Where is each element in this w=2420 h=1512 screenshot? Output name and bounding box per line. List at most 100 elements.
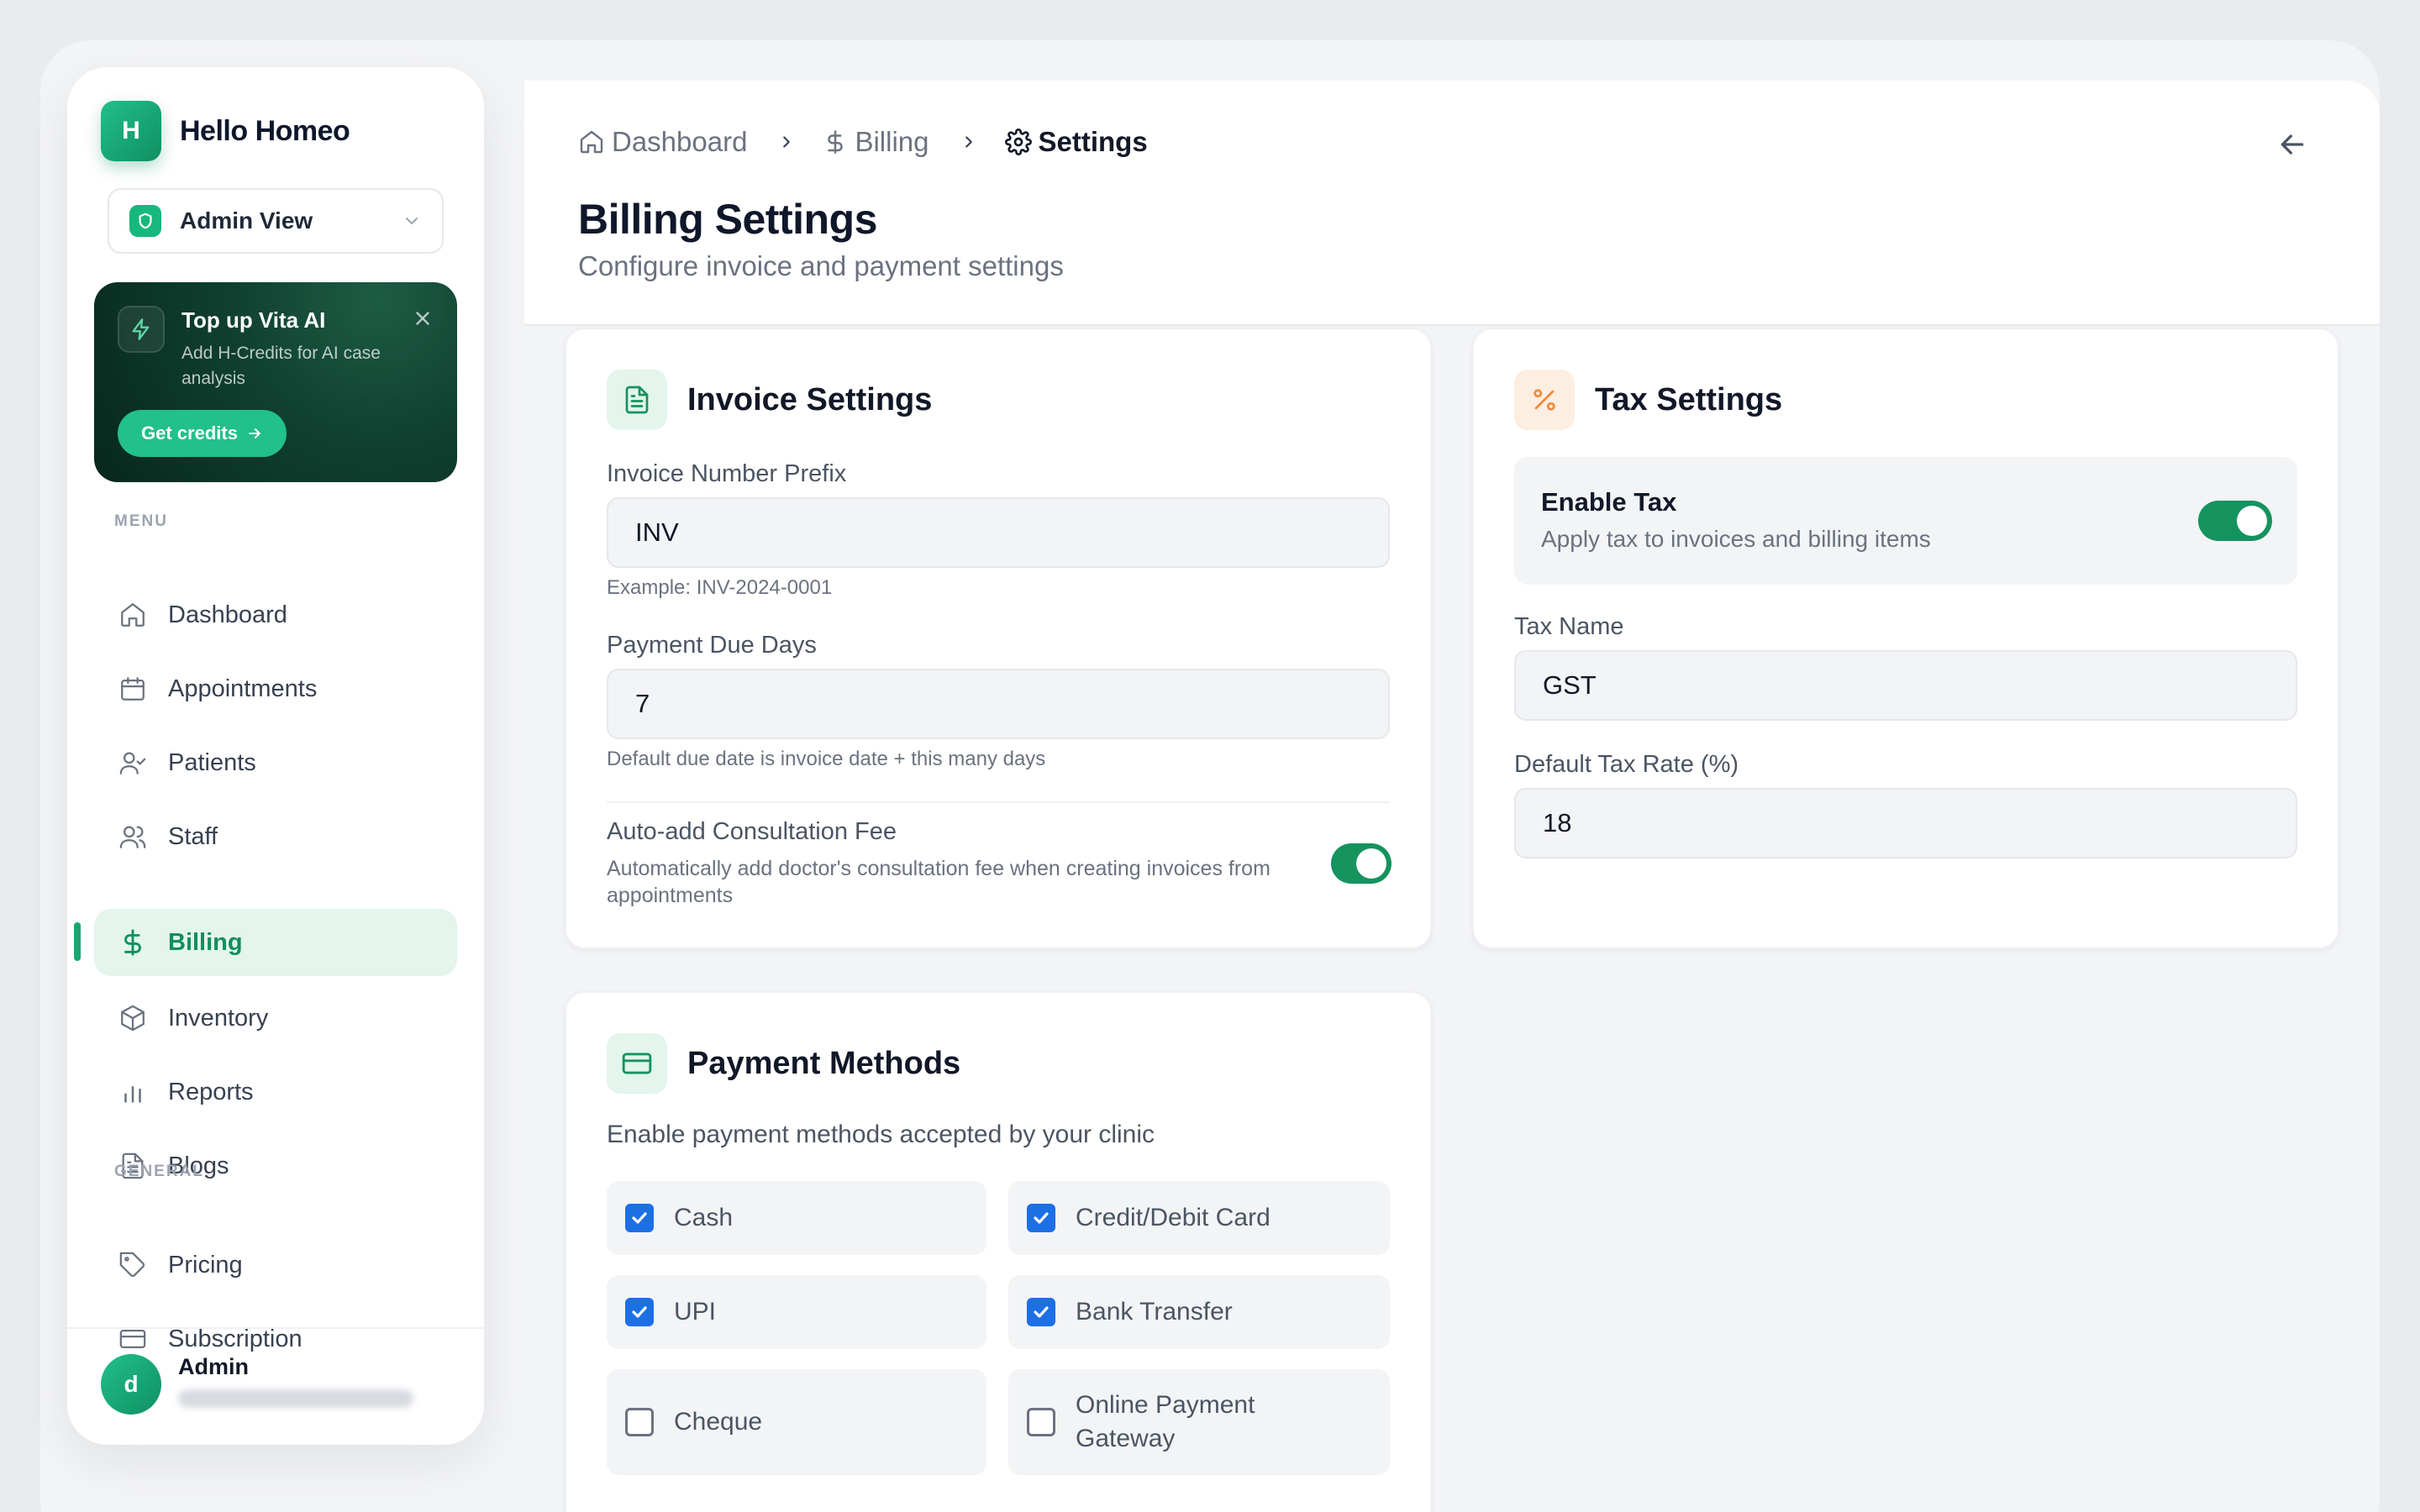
sidebar-item-label: Pricing (168, 1251, 243, 1278)
sidebar-item-patients[interactable]: Patients (94, 729, 457, 796)
checkbox-checked[interactable] (1027, 1204, 1055, 1232)
invoice-prefix-hint: Example: INV-2024-0001 (607, 576, 833, 599)
general-heading: GENERAL (114, 1163, 204, 1180)
checkbox-checked[interactable] (625, 1204, 654, 1232)
box-icon (118, 1003, 148, 1033)
view-selector[interactable]: Admin View (108, 188, 444, 254)
enable-tax-label: Enable Tax (1541, 487, 1677, 517)
payment-option-bank-transfer[interactable]: Bank Transfer (1008, 1275, 1390, 1349)
tax-name-input[interactable] (1514, 650, 2297, 721)
payment-option-label: Online Payment Gateway (1076, 1391, 1255, 1452)
tax-rate-input[interactable] (1514, 788, 2297, 858)
checkbox-checked[interactable] (1027, 1298, 1055, 1326)
payment-methods-card: Payment Methods Enable payment methods a… (565, 991, 1432, 1512)
user-check-icon (118, 748, 148, 778)
card-title: Payment Methods (687, 1045, 961, 1081)
menu-heading: MENU (114, 512, 168, 530)
sidebar-item-label: Inventory (168, 1004, 269, 1032)
check-icon (1034, 1306, 1049, 1318)
enable-tax-toggle[interactable] (2198, 501, 2272, 541)
sidebar-item-inventory[interactable]: Inventory (94, 984, 457, 1052)
sidebar-item-appointments[interactable]: Appointments (94, 655, 457, 722)
sidebar-item-label: Staff (168, 822, 218, 850)
percent-icon (1514, 370, 1575, 430)
auto-fee-description: Automatically add doctor's consultation … (607, 857, 1270, 907)
card-header: Payment Methods (607, 1033, 960, 1094)
enable-tax-description: Apply tax to invoices and billing items (1541, 526, 1931, 552)
sidebar-item-label: Reports (168, 1078, 254, 1105)
tag-icon (118, 1250, 148, 1280)
auto-fee-toggle[interactable] (1331, 843, 1392, 884)
lightning-icon (118, 306, 165, 353)
home-icon (580, 130, 603, 154)
sidebar-item-label: Subscription (168, 1325, 302, 1352)
back-arrow-icon[interactable] (2275, 128, 2309, 161)
breadcrumb-label: Settings (1038, 126, 1148, 157)
sidebar-item-billing[interactable]: Billing (94, 909, 457, 976)
card-header: Tax Settings (1514, 370, 1782, 430)
card-title: Tax Settings (1595, 381, 1783, 417)
arrow-right-icon (249, 428, 260, 438)
sidebar-item-pricing[interactable]: Pricing (94, 1231, 457, 1299)
check-icon (1034, 1212, 1049, 1224)
calendar-icon (118, 674, 148, 704)
payment-option-label: Cheque (674, 1408, 763, 1436)
gear-icon (1004, 129, 1032, 155)
payment-methods-description: Enable payment methods accepted by your … (607, 1121, 1155, 1148)
get-credits-label: Get credits (141, 423, 238, 444)
view-selector-label: Admin View (180, 207, 313, 234)
sidebar-item-staff[interactable]: Staff (94, 803, 457, 870)
brand[interactable]: H Hello Homeo (101, 101, 350, 161)
sidebar-item-label: Appointments (168, 675, 318, 702)
payment-option-card[interactable]: Credit/Debit Card (1008, 1181, 1390, 1255)
promo-description: Add H-Credits for AI case analysis (182, 344, 381, 388)
breadcrumb-dashboard[interactable]: Dashboard (578, 126, 747, 158)
page-subtitle: Configure invoice and payment settings (578, 250, 1064, 281)
card-title: Invoice Settings (687, 381, 933, 417)
file-text-icon (607, 370, 667, 430)
checkbox-unchecked[interactable] (625, 1408, 654, 1436)
sidebar-divider (67, 1327, 484, 1329)
get-credits-button[interactable]: Get credits (118, 410, 287, 457)
shield-icon (129, 205, 161, 237)
close-icon[interactable] (412, 307, 434, 329)
payment-due-days-label: Payment Due Days (607, 632, 817, 659)
dollar-icon (118, 927, 148, 958)
page-header: Dashboard Billing Settings Billing Setti… (524, 81, 2380, 326)
brand-name: Hello Homeo (180, 114, 350, 147)
breadcrumb-settings: Settings (1004, 126, 1148, 158)
checkbox-unchecked[interactable] (1027, 1408, 1055, 1436)
payment-due-days-hint: Default due date is invoice date + this … (607, 748, 1046, 770)
invoice-prefix-label: Invoice Number Prefix (607, 460, 847, 487)
brand-logo: H (101, 101, 161, 161)
chevron-down-icon (406, 218, 418, 224)
active-indicator (74, 922, 81, 961)
user-name: Admin (178, 1354, 249, 1379)
chevron-right-icon (783, 136, 791, 148)
payment-option-label: UPI (674, 1298, 717, 1326)
invoice-prefix-input[interactable] (607, 497, 1390, 568)
payment-option-cheque[interactable]: Cheque (607, 1369, 986, 1475)
chevron-right-icon (965, 136, 972, 148)
payment-option-cash[interactable]: Cash (607, 1181, 986, 1255)
tax-rate-label: Default Tax Rate (%) (1514, 751, 1739, 778)
sidebar-item-label: Dashboard (168, 601, 287, 628)
sidebar-item-reports[interactable]: Reports (94, 1058, 457, 1126)
payment-due-days-input[interactable] (607, 669, 1390, 739)
divider (607, 801, 1390, 803)
sidebar-item-dashboard[interactable]: Dashboard (94, 581, 457, 648)
payment-option-label: Bank Transfer (1076, 1298, 1233, 1326)
tax-name-label: Tax Name (1514, 613, 1624, 640)
payment-option-upi[interactable]: UPI (607, 1275, 986, 1349)
dollar-icon (828, 130, 844, 154)
avatar: d (101, 1354, 161, 1415)
breadcrumb-label: Dashboard (612, 126, 748, 157)
payment-option-online-gateway[interactable]: Online Payment Gateway (1008, 1369, 1390, 1475)
breadcrumb-billing[interactable]: Billing (823, 126, 929, 158)
user-profile[interactable]: d Admin (101, 1354, 413, 1415)
home-icon (118, 600, 148, 630)
breadcrumb: Dashboard Billing Settings (578, 126, 1148, 158)
checkbox-checked[interactable] (625, 1298, 654, 1326)
bar-chart-icon (118, 1077, 148, 1107)
breadcrumb-label: Billing (855, 126, 929, 157)
